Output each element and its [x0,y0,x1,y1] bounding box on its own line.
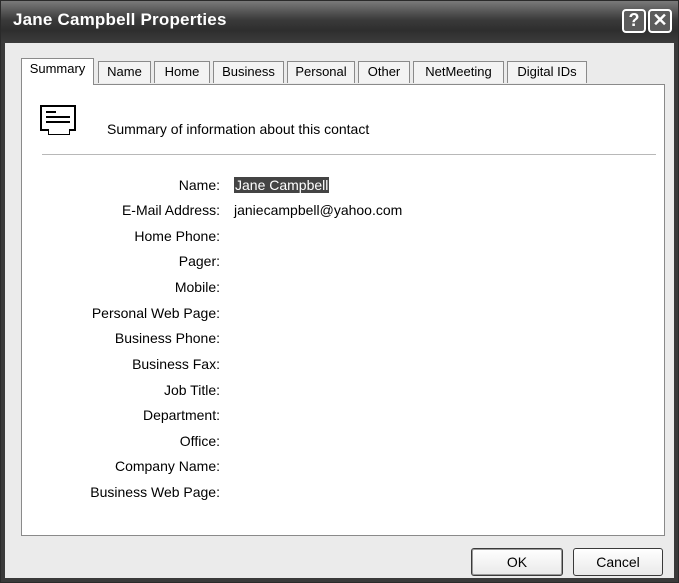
field-label: E-Mail Address: [121,202,220,218]
divider [42,154,656,155]
tab-business[interactable]: Business [213,61,284,83]
field-label: Pager: [178,253,220,269]
help-button[interactable]: ? [622,9,646,33]
window-frame-bottom [1,578,678,582]
field-row-mobile: Mobile: [22,279,666,303]
field-value-name[interactable]: Jane Campbell [234,177,330,193]
close-button[interactable]: ✕ [648,9,672,33]
window-frame-left [1,43,5,582]
field-label: Job Title: [163,382,220,398]
window-title: Jane Campbell Properties [13,10,227,29]
tab-netmeeting[interactable]: NetMeeting [413,61,504,83]
field-row-office: Office: [22,433,666,457]
field-label: Home Phone: [134,228,220,244]
question-mark-icon: ? [628,10,640,30]
field-row-home-phone: Home Phone: [22,228,666,252]
close-icon: ✕ [652,10,668,30]
field-label: Company Name: [114,458,220,474]
tab-home[interactable]: Home [154,61,210,83]
field-row-department: Department: [22,407,666,431]
field-row-job-title: Job Title: [22,382,666,406]
title-bar[interactable]: Jane Campbell Properties ? ✕ [1,1,678,43]
field-label: Office: [179,433,220,449]
field-label: Name: [178,177,220,193]
field-label: Mobile: [174,279,220,295]
tab-personal[interactable]: Personal [287,61,355,83]
field-row-personal-web-page: Personal Web Page: [22,305,666,329]
summary-panel: Summary of information about this contac… [21,84,665,536]
field-row-company-name: Company Name: [22,458,666,482]
field-label: Business Phone: [114,330,220,346]
field-label: Personal Web Page: [91,305,220,321]
tab-other[interactable]: Other [358,61,410,83]
field-label: Department: [142,407,220,423]
field-row-name: Name: Jane Campbell [22,177,666,201]
cancel-button[interactable]: Cancel [573,548,663,576]
contact-properties-dialog: Jane Campbell Properties ? ✕ Summary Nam… [0,0,679,583]
field-value-email[interactable]: janiecampbell@yahoo.com [234,202,402,218]
tab-name[interactable]: Name [98,61,151,83]
tab-summary[interactable]: Summary [21,58,94,85]
address-card-icon [40,105,76,135]
ok-button[interactable]: OK [471,548,563,576]
field-row-business-fax: Business Fax: [22,356,666,380]
field-row-pager: Pager: [22,253,666,277]
field-label: Business Web Page: [90,484,220,500]
window-frame-right [674,43,678,582]
tab-digital-ids[interactable]: Digital IDs [507,61,587,83]
summary-heading: Summary of information about this contac… [107,121,370,137]
field-row-email: E-Mail Address: janiecampbell@yahoo.com [22,202,666,226]
field-row-business-web-page: Business Web Page: [22,484,666,508]
field-label: Business Fax: [132,356,220,372]
field-row-business-phone: Business Phone: [22,330,666,354]
